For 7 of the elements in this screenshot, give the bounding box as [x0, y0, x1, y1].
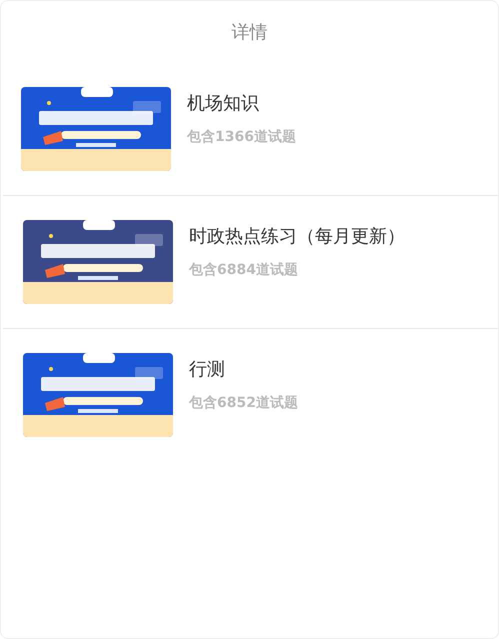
question-count: 包含6852道试题	[189, 394, 298, 413]
item-title[interactable]: 时政热点练习（每月更新）	[189, 223, 405, 250]
page-title: 详情	[232, 20, 268, 44]
item-title[interactable]: 机场知识	[187, 90, 296, 117]
question-count: 包含6884道试题	[189, 261, 299, 280]
question-count: 包含1366道试题	[187, 128, 296, 147]
item-title[interactable]: 行测	[189, 356, 298, 383]
